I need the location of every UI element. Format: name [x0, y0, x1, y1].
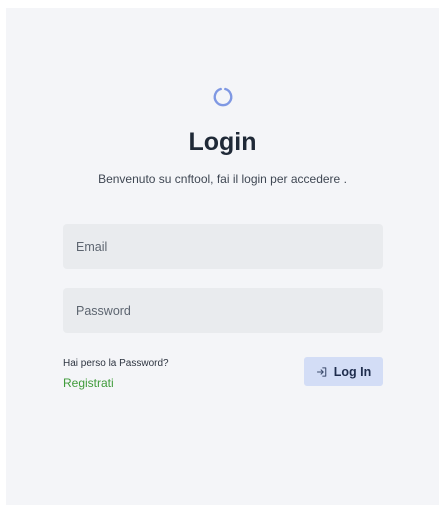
forgot-password-link[interactable]: Hai perso la Password? [63, 358, 169, 369]
password-field[interactable] [63, 288, 383, 333]
login-page: Login Benvenuto su cnftool, fai il login… [6, 8, 439, 505]
page-subtitle: Benvenuto su cnftool, fai il login per a… [98, 172, 347, 186]
register-link[interactable]: Registrati [63, 376, 114, 390]
page-title: Login [188, 128, 257, 156]
login-button-label: Log In [333, 364, 372, 379]
loading-circle-icon [213, 87, 233, 107]
email-field[interactable] [63, 224, 383, 269]
login-button[interactable]: Log In [304, 357, 383, 386]
login-arrow-icon [316, 366, 327, 377]
